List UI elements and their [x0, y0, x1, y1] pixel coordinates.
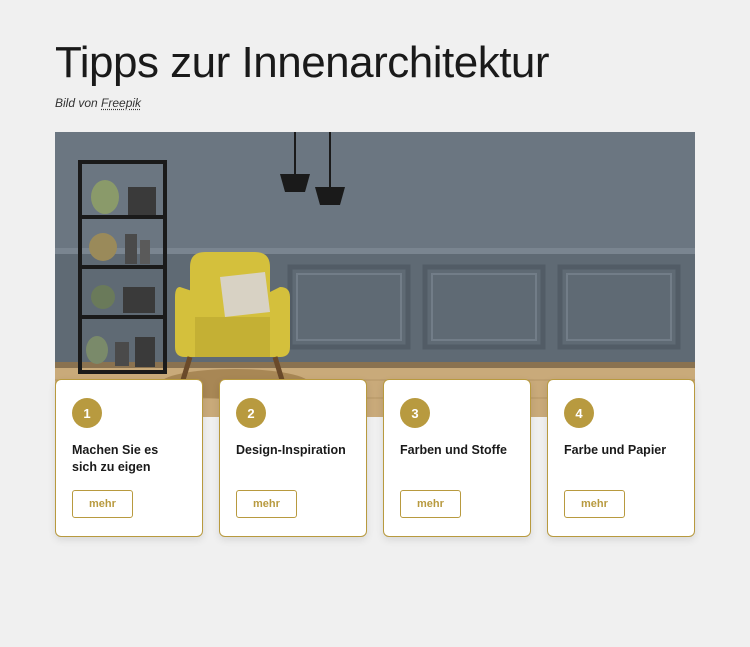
page-title: Tipps zur Innenarchitektur	[55, 38, 695, 88]
card-title: Farbe und Papier	[564, 442, 678, 459]
credit-prefix: Bild von	[55, 96, 101, 110]
more-button[interactable]: mehr	[72, 490, 133, 518]
credit-link[interactable]: Freepik	[101, 96, 141, 110]
more-button[interactable]: mehr	[236, 490, 297, 518]
hero-image	[55, 132, 695, 417]
card-2: 2 Design-Inspiration mehr	[219, 379, 367, 537]
card-badge: 2	[236, 398, 266, 428]
card-title: Design-Inspiration	[236, 442, 350, 459]
card-3: 3 Farben und Stoffe mehr	[383, 379, 531, 537]
card-badge: 3	[400, 398, 430, 428]
more-button[interactable]: mehr	[564, 490, 625, 518]
card-badge: 4	[564, 398, 594, 428]
card-title: Machen Sie es sich zu eigen	[72, 442, 186, 476]
card-1: 1 Machen Sie es sich zu eigen mehr	[55, 379, 203, 537]
card-badge: 1	[72, 398, 102, 428]
card-4: 4 Farbe und Papier mehr	[547, 379, 695, 537]
header: Tipps zur Innenarchitektur Bild von Free…	[0, 38, 750, 110]
cards-row: 1 Machen Sie es sich zu eigen mehr 2 Des…	[0, 379, 750, 537]
more-button[interactable]: mehr	[400, 490, 461, 518]
card-title: Farben und Stoffe	[400, 442, 514, 459]
image-credit: Bild von Freepik	[55, 96, 695, 110]
